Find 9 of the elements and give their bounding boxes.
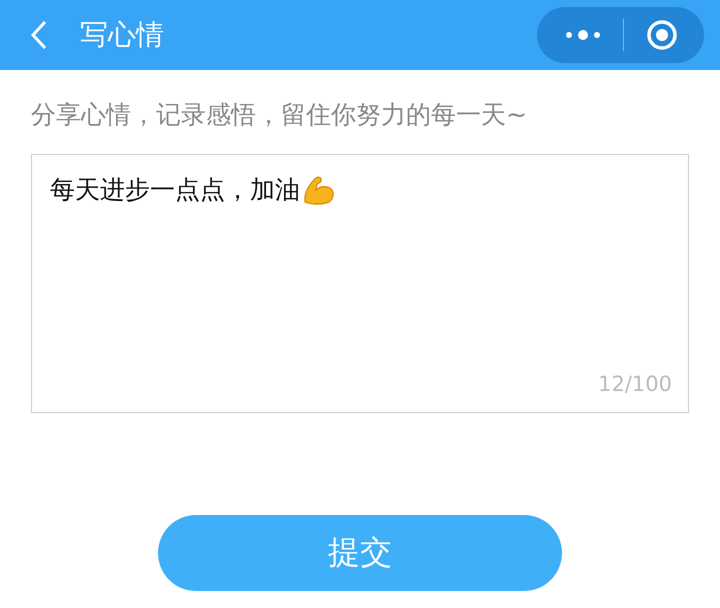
text-area[interactable]: 每天进步一点点，加油 12/100 xyxy=(31,154,689,413)
entered-text: 每天进步一点点，加油 xyxy=(50,174,300,206)
more-icon[interactable] xyxy=(565,29,601,41)
page-title: 写心情 xyxy=(80,17,165,53)
prompt-text: 分享心情，记录感悟，留住你努力的每一天~ xyxy=(30,99,528,131)
flexed-arm-icon xyxy=(302,174,336,206)
back-icon[interactable] xyxy=(30,20,48,50)
character-counter: 12/100 xyxy=(598,372,672,396)
close-icon[interactable] xyxy=(646,19,678,51)
